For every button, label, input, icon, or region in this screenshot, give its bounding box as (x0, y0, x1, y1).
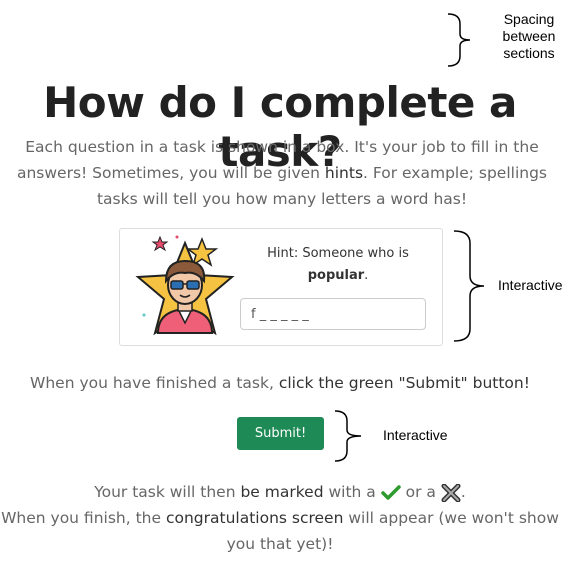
top-brace (447, 13, 471, 67)
hints-emphasis: hints (324, 164, 364, 182)
hint-text: Hint: Someone who is popular. (267, 246, 409, 283)
card-annotation: Interactive (498, 277, 563, 293)
intro-text: Each question in a task is shown in a bo… (16, 138, 548, 208)
button-brace (334, 410, 362, 462)
star-person-illustration (135, 235, 235, 336)
question-card: Hint: Someone who is popular. (119, 228, 443, 346)
hint-keyword: popular (307, 268, 365, 283)
card-brace (453, 230, 485, 342)
cross-icon (441, 483, 461, 502)
answer-input[interactable] (240, 298, 426, 330)
marking-info: Your task will then be marked with a or … (1, 483, 559, 553)
spacing-annotation: Spacing between sections (502, 11, 556, 61)
button-annotation: Interactive (383, 427, 448, 443)
finish-instruction: When you have finished a task, click the… (30, 374, 530, 392)
submit-button[interactable]: Submit! (237, 417, 324, 450)
check-icon (380, 484, 401, 500)
